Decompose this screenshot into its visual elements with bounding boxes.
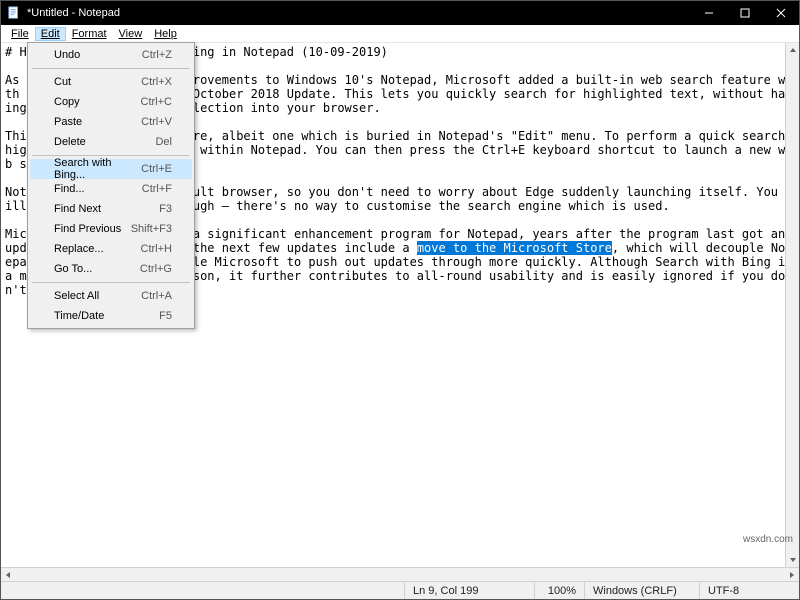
menu-item-undo[interactable]: UndoCtrl+Z — [30, 45, 192, 65]
status-line-endings: Windows (CRLF) — [584, 582, 699, 599]
horizontal-scrollbar[interactable] — [1, 567, 799, 581]
menu-item-cut[interactable]: CutCtrl+X — [30, 72, 192, 92]
scroll-track[interactable] — [786, 57, 799, 553]
menu-edit[interactable]: Edit — [35, 27, 66, 41]
maximize-button[interactable] — [727, 1, 763, 25]
scroll-up-arrow-icon[interactable] — [786, 43, 799, 57]
menu-separator — [32, 155, 190, 156]
menu-item-copy[interactable]: CopyCtrl+C — [30, 92, 192, 112]
menu-item-select-all[interactable]: Select AllCtrl+A — [30, 286, 192, 306]
status-blank — [1, 582, 404, 599]
status-position: Ln 9, Col 199 — [404, 582, 534, 599]
scroll-right-arrow-icon[interactable] — [785, 568, 799, 581]
notepad-app-icon — [7, 6, 21, 20]
menu-separator — [32, 68, 190, 69]
scroll-left-arrow-icon[interactable] — [1, 568, 15, 581]
menu-item-find-next[interactable]: Find NextF3 — [30, 199, 192, 219]
menu-item-time-date[interactable]: Time/DateF5 — [30, 306, 192, 326]
menu-view[interactable]: View — [113, 27, 149, 41]
menu-separator — [32, 282, 190, 283]
text-selection[interactable]: move to the Microsoft Store — [417, 241, 612, 255]
vertical-scrollbar[interactable] — [785, 43, 799, 567]
minimize-button[interactable] — [691, 1, 727, 25]
menu-item-go-to[interactable]: Go To...Ctrl+G — [30, 259, 192, 279]
menu-item-replace[interactable]: Replace...Ctrl+H — [30, 239, 192, 259]
scroll-down-arrow-icon[interactable] — [786, 553, 799, 567]
menu-file[interactable]: File — [5, 27, 35, 41]
menu-item-delete[interactable]: DeleteDel — [30, 132, 192, 152]
scroll-track-h[interactable] — [15, 568, 785, 581]
watermark-text: wsxdn.com — [743, 534, 793, 545]
status-zoom: 100% — [534, 582, 584, 599]
titlebar: *Untitled - Notepad — [1, 1, 799, 25]
menu-item-paste[interactable]: PasteCtrl+V — [30, 112, 192, 132]
statusbar: Ln 9, Col 199 100% Windows (CRLF) UTF-8 — [1, 581, 799, 599]
menu-item-search-with-bing[interactable]: Search with Bing...Ctrl+E — [30, 159, 192, 179]
menu-item-find[interactable]: Find...Ctrl+F — [30, 179, 192, 199]
menu-item-find-previous[interactable]: Find PreviousShift+F3 — [30, 219, 192, 239]
menu-help[interactable]: Help — [148, 27, 183, 41]
window-title: *Untitled - Notepad — [27, 7, 120, 19]
menu-format[interactable]: Format — [66, 27, 113, 41]
status-encoding: UTF-8 — [699, 582, 799, 599]
close-button[interactable] — [763, 1, 799, 25]
menubar: File Edit Format View Help — [1, 25, 799, 43]
edit-dropdown-menu: UndoCtrl+Z CutCtrl+X CopyCtrl+C PasteCtr… — [27, 42, 195, 329]
